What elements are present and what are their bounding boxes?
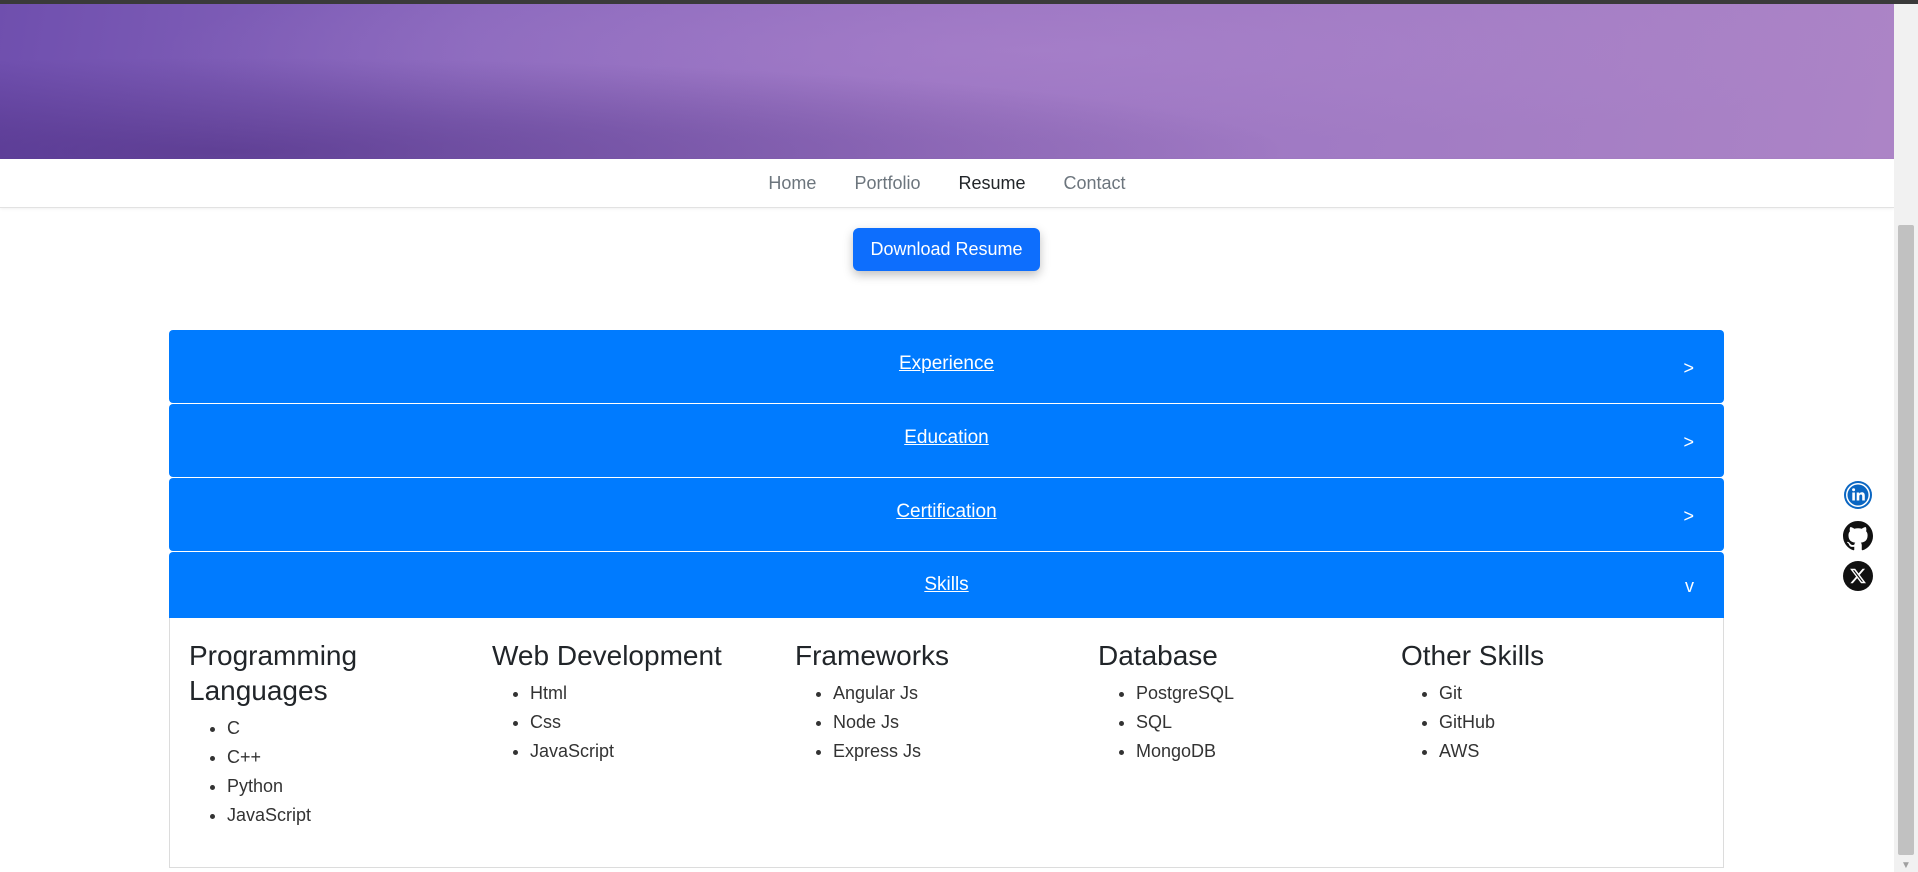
- skill-item: Git: [1439, 679, 1704, 708]
- skill-item: Angular Js: [833, 679, 1098, 708]
- resume-accordion: Experience > Education > Certification >…: [169, 330, 1724, 868]
- skill-item: C++: [227, 743, 492, 772]
- skill-group-database: Database PostgreSQL SQL MongoDB: [1098, 618, 1401, 867]
- skill-item: Node Js: [833, 708, 1098, 737]
- scrollbar-thumb[interactable]: [1898, 225, 1914, 855]
- accordion-certification-title[interactable]: Certification: [169, 501, 1724, 523]
- skill-item: Css: [530, 708, 795, 737]
- skill-group-heading: Frameworks: [795, 640, 950, 671]
- skill-item: Express Js: [833, 737, 1098, 766]
- skill-group-web-development: Web Development Html Css JavaScript: [492, 618, 795, 867]
- skill-list: C C++ Python JavaScript: [189, 714, 492, 830]
- skills-panel: Programming Languages C C++ Python JavaS…: [169, 618, 1724, 868]
- nav-resume[interactable]: Resume: [939, 173, 1044, 194]
- skill-group-other: Other Skills Git GitHub AWS: [1401, 618, 1704, 867]
- skill-item: Python: [227, 772, 492, 801]
- skill-item: PostgreSQL: [1136, 679, 1401, 708]
- skill-group-heading: Database: [1098, 640, 1218, 671]
- nav-home[interactable]: Home: [749, 173, 835, 194]
- accordion-skills[interactable]: Skills v: [169, 552, 1724, 618]
- skill-item: AWS: [1439, 737, 1704, 766]
- skill-list: Html Css JavaScript: [492, 679, 795, 766]
- main-nav: Home Portfolio Resume Contact: [0, 159, 1894, 208]
- accordion-education[interactable]: Education >: [169, 404, 1724, 477]
- nav-contact[interactable]: Contact: [1045, 173, 1145, 194]
- skill-item: JavaScript: [227, 801, 492, 830]
- skill-group-frameworks: Frameworks Angular Js Node Js Express Js: [795, 618, 1098, 867]
- skill-group-heading: Other Skills: [1401, 640, 1545, 671]
- x-icon[interactable]: [1843, 561, 1873, 591]
- skill-group-heading: Programming Languages: [189, 640, 358, 706]
- skill-item: JavaScript: [530, 737, 795, 766]
- linkedin-icon[interactable]: [1843, 480, 1873, 510]
- skill-group-heading: Web Development: [492, 640, 722, 671]
- accordion-experience-title[interactable]: Experience: [169, 353, 1724, 375]
- accordion-experience[interactable]: Experience >: [169, 330, 1724, 403]
- skill-item: MongoDB: [1136, 737, 1401, 766]
- chevron-right-icon: >: [1683, 358, 1694, 378]
- skill-list: Angular Js Node Js Express Js: [795, 679, 1098, 766]
- chevron-down-icon: v: [1685, 576, 1694, 596]
- accordion-education-title[interactable]: Education: [169, 427, 1724, 449]
- skill-item: C: [227, 714, 492, 743]
- scroll-down-icon[interactable]: ▼: [1900, 860, 1912, 871]
- github-icon[interactable]: [1843, 521, 1873, 551]
- skill-item: Html: [530, 679, 795, 708]
- accordion-certification[interactable]: Certification >: [169, 478, 1724, 551]
- skill-list: PostgreSQL SQL MongoDB: [1098, 679, 1401, 766]
- chevron-right-icon: >: [1683, 506, 1694, 526]
- skill-list: Git GitHub AWS: [1401, 679, 1704, 766]
- skill-item: SQL: [1136, 708, 1401, 737]
- accordion-skills-title[interactable]: Skills: [169, 574, 1724, 596]
- hero-banner: [0, 4, 1894, 159]
- skill-item: GitHub: [1439, 708, 1704, 737]
- nav-portfolio[interactable]: Portfolio: [835, 173, 939, 194]
- download-resume-button[interactable]: Download Resume: [853, 228, 1040, 271]
- skill-group-programming: Programming Languages C C++ Python JavaS…: [189, 618, 492, 867]
- chevron-right-icon: >: [1683, 432, 1694, 452]
